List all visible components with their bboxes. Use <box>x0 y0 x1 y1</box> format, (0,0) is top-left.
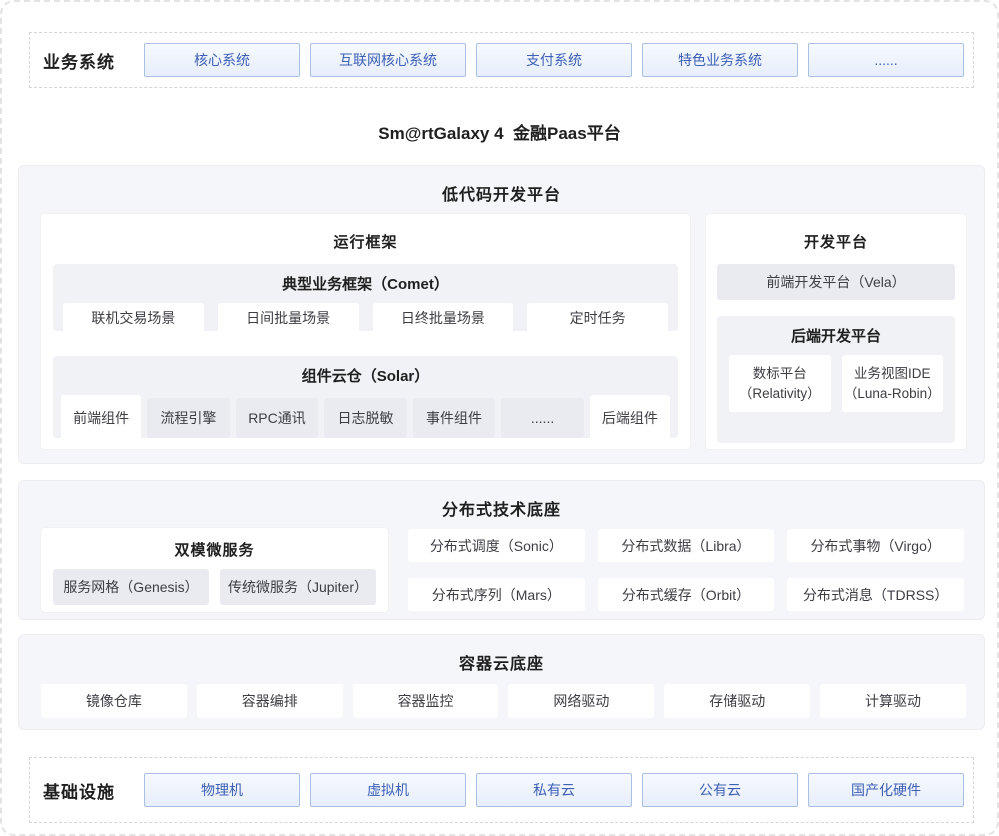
infrastructure-buttons: 物理机 虚拟机 私有云 公有云 国产化硬件 <box>144 773 964 807</box>
solar-box: 组件云仓（Solar） 前端组件 流程引擎 RPC通讯 日志脱敏 事件组件 ..… <box>53 356 678 438</box>
solar-title: 组件云仓（Solar） <box>61 356 670 395</box>
business-system-button-special[interactable]: 特色业务系统 <box>642 43 798 77</box>
architecture-diagram: 业务系统 核心系统 互联网核心系统 支付系统 特色业务系统 ...... Sm@… <box>0 0 999 836</box>
business-system-button-internet-core[interactable]: 互联网核心系统 <box>310 43 466 77</box>
dual-mode-chip-jupiter: 传统微服务（Jupiter） <box>220 569 376 605</box>
backend-dev-platform-box: 后端开发平台 数标平台 （Relativity） 业务视图IDE （Luna-R… <box>717 316 955 443</box>
dual-mode-title: 双模微服务 <box>53 528 376 569</box>
dual-mode-chip-genesis: 服务网格（Genesis） <box>53 569 209 605</box>
infrastructure-button-physical[interactable]: 物理机 <box>144 773 300 807</box>
comet-title: 典型业务框架（Comet） <box>63 264 668 303</box>
business-systems-section: 业务系统 核心系统 互联网核心系统 支付系统 特色业务系统 ...... <box>29 32 974 88</box>
business-system-button-core[interactable]: 核心系统 <box>144 43 300 77</box>
solar-chip-rpc: RPC通讯 <box>236 398 319 438</box>
distributed-item-sonic: 分布式调度（Sonic） <box>408 529 585 562</box>
distributed-section: 分布式技术底座 双模微服务 服务网格（Genesis） 传统微服务（Jupite… <box>18 480 985 620</box>
solar-item-frontend-components: 前端组件 <box>61 395 141 441</box>
runtime-framework-panel: 运行框架 典型业务框架（Comet） 联机交易场景 日间批量场景 日终批量场景 … <box>41 214 690 449</box>
container-item-orchestration: 容器编排 <box>197 684 343 718</box>
container-item-compute-driver: 计算驱动 <box>820 684 966 718</box>
infrastructure-button-private-cloud[interactable]: 私有云 <box>476 773 632 807</box>
solar-item-backend-components: 后端组件 <box>590 395 670 441</box>
container-item-network-driver: 网络驱动 <box>508 684 654 718</box>
lowcode-title: 低代码开发平台 <box>19 166 984 205</box>
container-item-storage-driver: 存储驱动 <box>664 684 810 718</box>
backend-item-luna-robin-name: 业务视图IDE <box>854 364 931 384</box>
infrastructure-section: 基础设施 物理机 虚拟机 私有云 公有云 国产化硬件 <box>29 757 974 823</box>
distributed-item-libra: 分布式数据（Libra） <box>598 529 775 562</box>
solar-chip-log-masking: 日志脱敏 <box>324 398 407 438</box>
distributed-item-tdrss: 分布式消息（TDRSS） <box>787 578 964 611</box>
solar-chip-event-components: 事件组件 <box>413 398 496 438</box>
backend-item-luna-robin: 业务视图IDE （Luna-Robin） <box>842 355 944 412</box>
comet-item-eod-batch: 日终批量场景 <box>373 303 514 333</box>
solar-chip-process-engine: 流程引擎 <box>147 398 230 438</box>
dev-platform-title: 开发平台 <box>717 214 955 264</box>
backend-item-luna-robin-code: （Luna-Robin） <box>844 384 941 404</box>
comet-item-intraday-batch: 日间批量场景 <box>218 303 359 333</box>
frontend-dev-platform-vela: 前端开发平台（Vela） <box>717 264 955 300</box>
dev-platform-panel: 开发平台 前端开发平台（Vela） 后端开发平台 数标平台 （Relativit… <box>706 214 966 449</box>
dual-mode-microservice-panel: 双模微服务 服务网格（Genesis） 传统微服务（Jupiter） <box>41 528 388 612</box>
infrastructure-button-vm[interactable]: 虚拟机 <box>310 773 466 807</box>
distributed-items-grid: 分布式调度（Sonic） 分布式数据（Libra） 分布式事物（Virgo） 分… <box>408 528 964 612</box>
business-system-button-more[interactable]: ...... <box>808 43 964 77</box>
comet-box: 典型业务框架（Comet） 联机交易场景 日间批量场景 日终批量场景 定时任务 <box>53 264 678 331</box>
container-cloud-items: 镜像仓库 容器编排 容器监控 网络驱动 存储驱动 计算驱动 <box>19 674 984 718</box>
distributed-title: 分布式技术底座 <box>19 481 984 520</box>
distributed-item-mars: 分布式序列（Mars） <box>408 578 585 611</box>
comet-item-scheduled-task: 定时任务 <box>527 303 668 333</box>
comet-item-online-trade: 联机交易场景 <box>63 303 204 333</box>
runtime-framework-title: 运行框架 <box>53 214 678 264</box>
infrastructure-label: 基础设施 <box>30 778 144 803</box>
business-system-button-payment[interactable]: 支付系统 <box>476 43 632 77</box>
infrastructure-button-domestic-hw[interactable]: 国产化硬件 <box>808 773 964 807</box>
distributed-item-virgo: 分布式事物（Virgo） <box>787 529 964 562</box>
container-item-image-repo: 镜像仓库 <box>41 684 187 718</box>
backend-item-relativity: 数标平台 （Relativity） <box>729 355 831 412</box>
solar-chip-more: ...... <box>501 398 584 438</box>
lowcode-section: 低代码开发平台 运行框架 典型业务框架（Comet） 联机交易场景 日间批量场景… <box>18 165 985 464</box>
infrastructure-button-public-cloud[interactable]: 公有云 <box>642 773 798 807</box>
backend-dev-platform-title: 后端开发平台 <box>729 316 943 355</box>
container-cloud-title: 容器云底座 <box>19 635 984 674</box>
distributed-item-orbit: 分布式缓存（Orbit） <box>598 578 775 611</box>
backend-item-relativity-name: 数标平台 <box>753 364 807 384</box>
backend-item-relativity-code: （Relativity） <box>739 384 821 404</box>
page-title: Sm@rtGalaxy 4 金融Paas平台 <box>2 119 997 144</box>
container-item-monitoring: 容器监控 <box>353 684 499 718</box>
business-systems-label: 业务系统 <box>30 48 144 73</box>
business-systems-buttons: 核心系统 互联网核心系统 支付系统 特色业务系统 ...... <box>144 43 964 77</box>
container-cloud-section: 容器云底座 镜像仓库 容器编排 容器监控 网络驱动 存储驱动 计算驱动 <box>18 634 985 730</box>
